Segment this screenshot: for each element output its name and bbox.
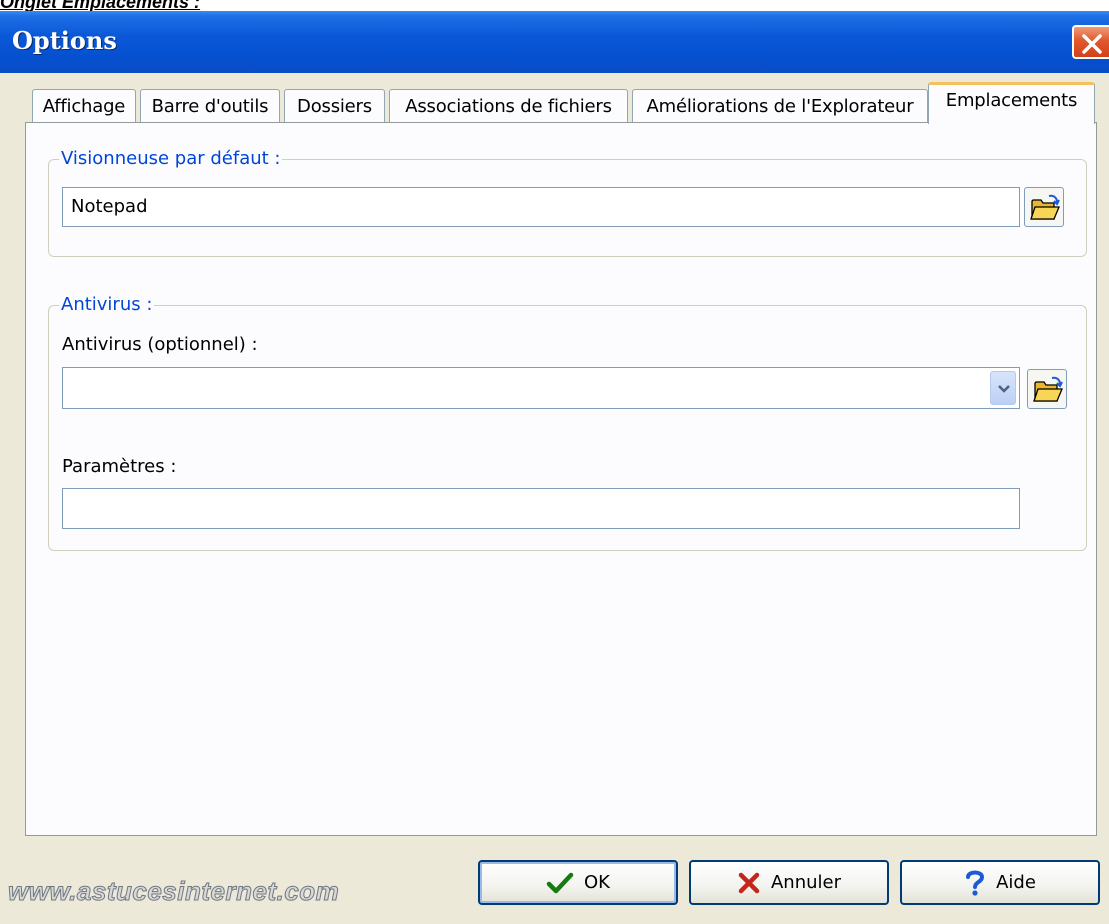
viewer-group-legend: Visionneuse par défaut : (59, 148, 283, 169)
window-title: Options (12, 26, 117, 55)
options-dialog: Options Affichage Barre d'outils Dossier… (0, 11, 1109, 924)
help-label: Aide (996, 872, 1036, 893)
antivirus-label: Antivirus (optionnel) : (62, 334, 258, 355)
checkmark-icon (546, 872, 574, 893)
params-input[interactable] (62, 488, 1020, 529)
tab-ameliorations[interactable]: Améliorations de l'Explorateur (632, 89, 928, 122)
antivirus-group-legend: Antivirus : (59, 294, 155, 315)
chevron-down-icon (998, 385, 1010, 393)
page-caption: Onglet Emplacements : (0, 0, 201, 12)
close-icon (1082, 34, 1102, 54)
help-button[interactable]: Aide (900, 860, 1100, 905)
folder-open-icon (1033, 376, 1063, 402)
antivirus-browse-button[interactable] (1027, 369, 1067, 409)
tab-associations[interactable]: Associations de fichiers (389, 89, 628, 122)
viewer-browse-button[interactable] (1024, 187, 1064, 227)
tab-barre-outils[interactable]: Barre d'outils (140, 89, 280, 122)
ok-button[interactable]: OK (478, 860, 678, 905)
question-icon (966, 870, 985, 896)
antivirus-combobox[interactable] (62, 367, 1020, 409)
folder-open-icon (1030, 194, 1060, 220)
viewer-input[interactable]: Notepad (62, 187, 1020, 227)
tab-emplacements[interactable]: Emplacements (928, 82, 1095, 124)
watermark-logo: www.astucesinternet.com (7, 876, 340, 907)
params-label: Paramètres : (62, 456, 177, 477)
cancel-label: Annuler (770, 872, 841, 893)
cancel-button[interactable]: Annuler (689, 860, 889, 905)
close-button[interactable] (1072, 25, 1109, 59)
tab-dossiers[interactable]: Dossiers (284, 89, 385, 122)
antivirus-dropdown-button[interactable] (990, 371, 1016, 405)
tab-affichage[interactable]: Affichage (32, 89, 136, 122)
title-bar[interactable]: Options (0, 11, 1109, 73)
x-icon (738, 872, 760, 893)
ok-label: OK (584, 872, 610, 893)
